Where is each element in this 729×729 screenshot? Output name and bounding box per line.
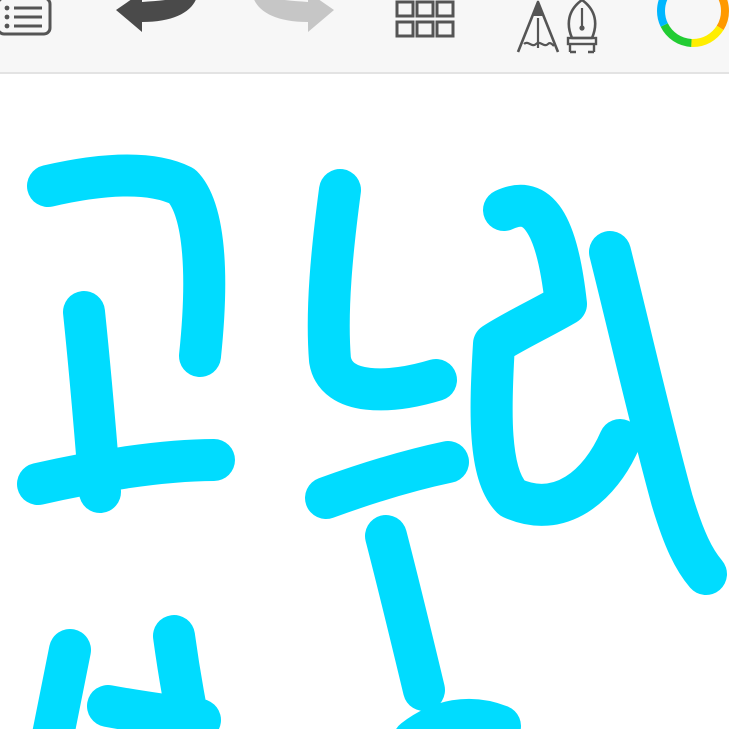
- drawing-canvas[interactable]: [0, 74, 729, 729]
- gallery-button[interactable]: [394, 0, 458, 44]
- brush-picker-button[interactable]: [512, 0, 604, 56]
- redo-arrow-icon: [254, 0, 334, 32]
- list-menu-button[interactable]: [0, 0, 54, 38]
- stroke-u-horizontal: [305, 441, 469, 519]
- color-picker-button[interactable]: [656, 0, 729, 48]
- stroke-eo-vertical: [589, 231, 727, 595]
- redo-button[interactable]: [246, 0, 338, 36]
- brush-strokes: [17, 154, 727, 729]
- grid-gallery-icon: [395, 0, 455, 38]
- stroke-bottom-left-3: [87, 685, 221, 729]
- pencil-pen-brush-icon: [516, 0, 598, 54]
- undo-button[interactable]: [112, 0, 204, 36]
- stroke-bottom-center: [396, 698, 521, 729]
- top-toolbar: [0, 0, 729, 74]
- stroke-nieun: [307, 169, 457, 411]
- stroke-o-horizontal: [17, 439, 235, 505]
- stroke-u-vertical: [365, 515, 445, 711]
- list-menu-icon: [0, 0, 52, 36]
- stroke-bottom-left: [32, 629, 91, 729]
- undo-arrow-icon: [116, 0, 196, 32]
- drawing-app: [0, 0, 729, 729]
- canvas-drawing: [17, 154, 727, 729]
- color-wheel-icon: [657, 0, 729, 47]
